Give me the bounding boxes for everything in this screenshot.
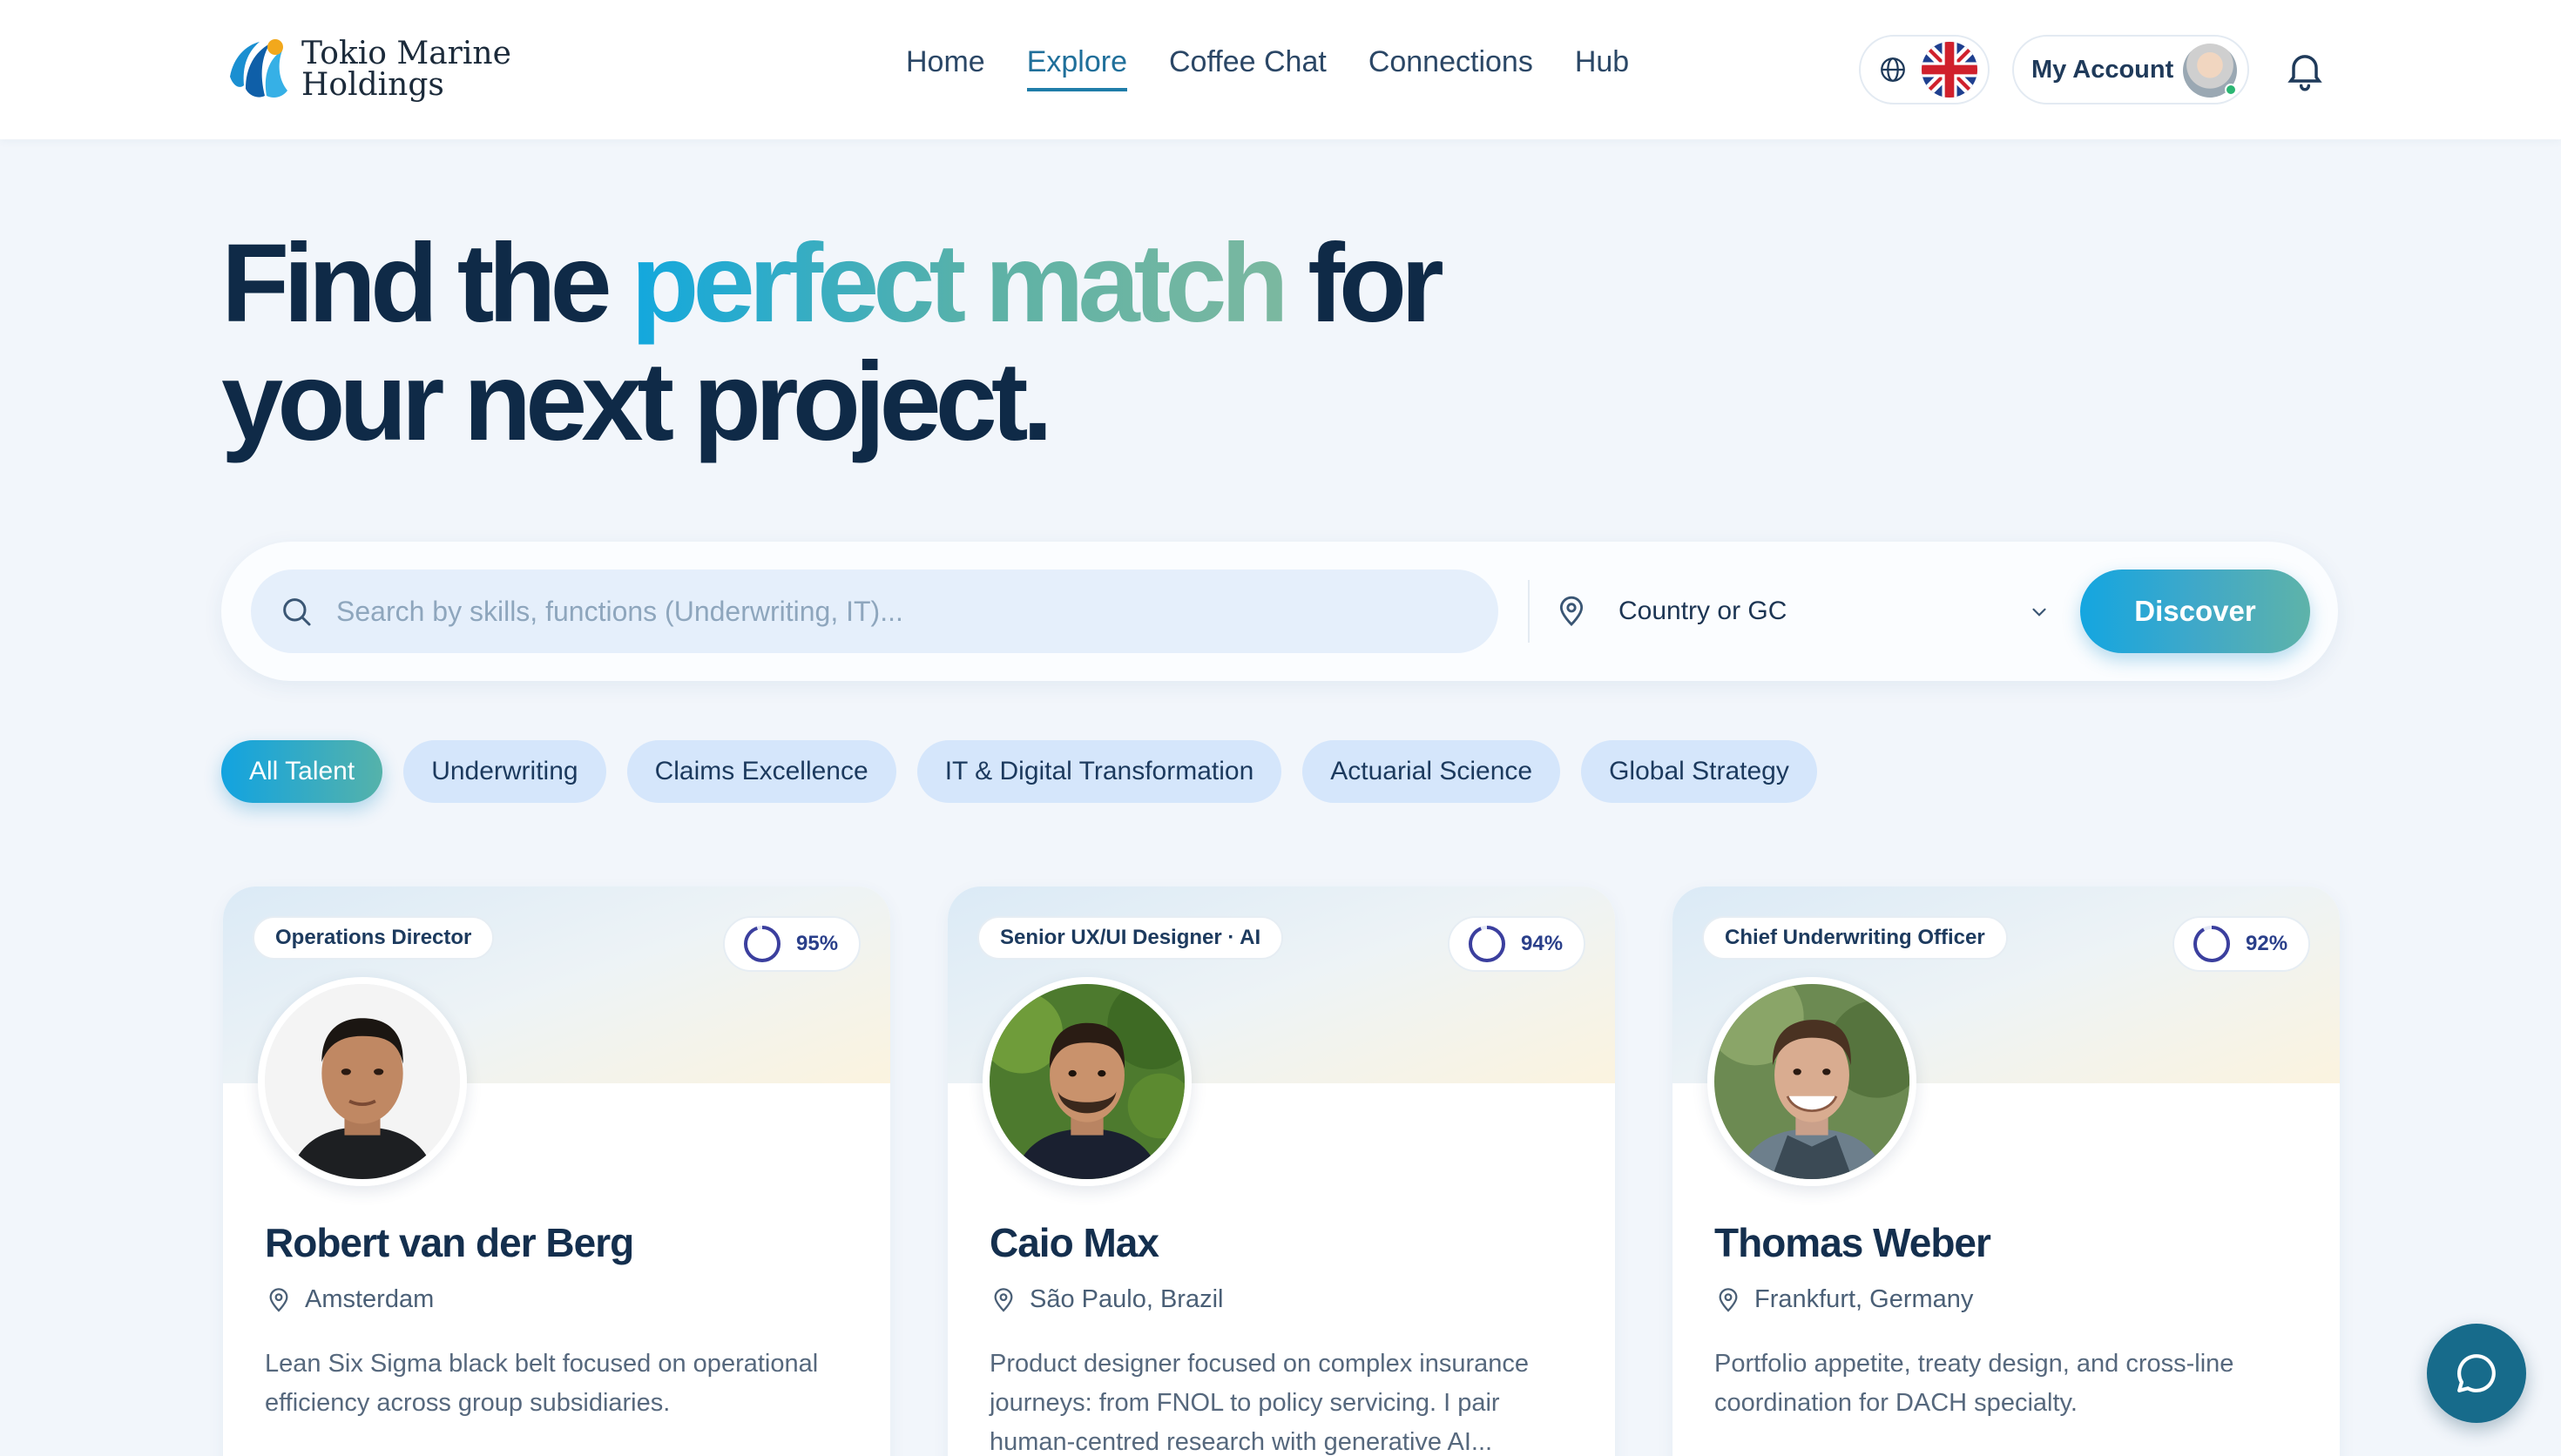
discover-button[interactable]: Discover	[2080, 570, 2310, 653]
match-score-ring-icon	[1469, 926, 1505, 962]
language-selector[interactable]	[1859, 35, 1990, 104]
hero-line1: Find the perfect match for	[221, 225, 1444, 343]
hero-text-a: Find the	[221, 221, 632, 346]
talent-location: Amsterdam	[265, 1285, 434, 1314]
talent-card[interactable]: Chief Underwriting Officer 92% Thomas We…	[1672, 886, 2340, 1456]
role-badge: Senior UX/UI Designer · AI	[977, 916, 1284, 960]
nav-connections[interactable]: Connections	[1368, 45, 1533, 91]
talent-bio: Product designer focused on complex insu…	[990, 1350, 1530, 1456]
match-score-badge: 95%	[723, 916, 861, 972]
search-icon	[283, 598, 311, 626]
chat-bubble-icon	[2457, 1354, 2496, 1392]
brand-name-line2: Holdings	[301, 67, 444, 103]
online-status-dot	[2225, 84, 2237, 96]
nav-coffee-chat[interactable]: Coffee Chat	[1169, 45, 1327, 91]
search-divider	[1528, 580, 1530, 643]
talent-name: Thomas Weber	[1714, 1220, 1991, 1265]
hero-heading: Find the perfect match for your next pro…	[221, 225, 1444, 464]
bell-icon[interactable]	[2282, 45, 2328, 94]
hero-text-b: for	[1282, 221, 1444, 346]
match-score-ring-icon	[744, 926, 780, 962]
search-input[interactable]	[336, 595, 1469, 628]
role-badge: Chief Underwriting Officer	[1702, 916, 2008, 960]
talent-location: São Paulo, Brazil	[990, 1285, 1223, 1314]
main-nav: Home Explore Coffee Chat Connections Hub	[906, 45, 1629, 91]
match-score-badge: 94%	[1448, 916, 1585, 972]
hero-line2: your next project.	[221, 340, 1053, 464]
nav-hub[interactable]: Hub	[1575, 45, 1629, 91]
profile-photo	[258, 977, 467, 1186]
my-account-button[interactable]: My Account	[2012, 35, 2249, 104]
role-badge: Operations Director	[253, 916, 495, 960]
top-navigation-bar: Tokio Marine Holdings Home Explore Coffe…	[0, 0, 2561, 139]
user-avatar	[2183, 44, 2237, 98]
match-score-badge: 92%	[2172, 916, 2310, 972]
profile-photo	[1707, 977, 1916, 1186]
filter-chip-global-strategy[interactable]: Global Strategy	[1581, 740, 1817, 803]
brand-name-line1: Tokio Marine	[301, 36, 511, 71]
chevron-down-icon	[2032, 608, 2046, 617]
nav-explore[interactable]: Explore	[1026, 45, 1127, 91]
filter-chip-all-talent[interactable]: All Talent	[221, 740, 383, 803]
talent-card[interactable]: Senior UX/UI Designer · AI 94% Caio Max …	[948, 886, 1615, 1456]
talent-location-label: Frankfurt, Germany	[1754, 1285, 1974, 1313]
location-pin-icon	[1719, 1287, 1738, 1312]
chat-launcher-button[interactable]	[2427, 1324, 2526, 1423]
talent-bio: Lean Six Sigma black belt focused on ope…	[265, 1350, 819, 1417]
country-select-label: Country or GC	[1618, 597, 1787, 625]
talent-card[interactable]: Operations Director 95% Robert van der B…	[223, 886, 890, 1456]
filter-chip-it-digital[interactable]: IT & Digital Transformation	[916, 740, 1282, 803]
search-box[interactable]	[251, 570, 1498, 653]
location-pin-icon	[1559, 596, 1584, 627]
talent-location-label: Amsterdam	[305, 1285, 435, 1313]
brand-name: Tokio Marine Holdings	[301, 38, 511, 101]
profile-photo	[983, 977, 1192, 1186]
filter-chip-claims-excellence[interactable]: Claims Excellence	[626, 740, 896, 803]
talent-name: Robert van der Berg	[265, 1220, 634, 1265]
hero-highlight: perfect match	[631, 221, 1288, 346]
search-panel: Country or GC Discover	[221, 542, 2338, 681]
filter-chip-underwriting[interactable]: Underwriting	[403, 740, 606, 803]
country-select[interactable]: Country or GC	[1554, 570, 2059, 653]
match-score-value: 94%	[1521, 932, 1564, 955]
match-score-value: 92%	[2246, 932, 2288, 955]
match-score-ring-icon	[2193, 926, 2230, 962]
tokio-marine-logo-icon	[223, 35, 293, 104]
brand-logo[interactable]: Tokio Marine Holdings	[221, 33, 511, 106]
match-score-value: 95%	[796, 932, 839, 955]
talent-filter-chips: All Talent Underwriting Claims Excellenc…	[221, 740, 1817, 803]
account-label: My Account	[2031, 55, 2174, 84]
location-pin-icon	[994, 1287, 1013, 1312]
location-pin-icon	[269, 1287, 288, 1312]
nav-home[interactable]: Home	[906, 45, 985, 91]
globe-icon	[1881, 57, 1905, 82]
filter-chip-actuarial-science[interactable]: Actuarial Science	[1302, 740, 1561, 803]
talent-location: Frankfurt, Germany	[1714, 1285, 1973, 1314]
uk-flag-icon	[1922, 42, 1977, 98]
talent-location-label: São Paulo, Brazil	[1030, 1285, 1224, 1313]
talent-bio: Portfolio appetite, treaty design, and c…	[1714, 1350, 2234, 1417]
talent-name: Caio Max	[990, 1220, 1159, 1265]
